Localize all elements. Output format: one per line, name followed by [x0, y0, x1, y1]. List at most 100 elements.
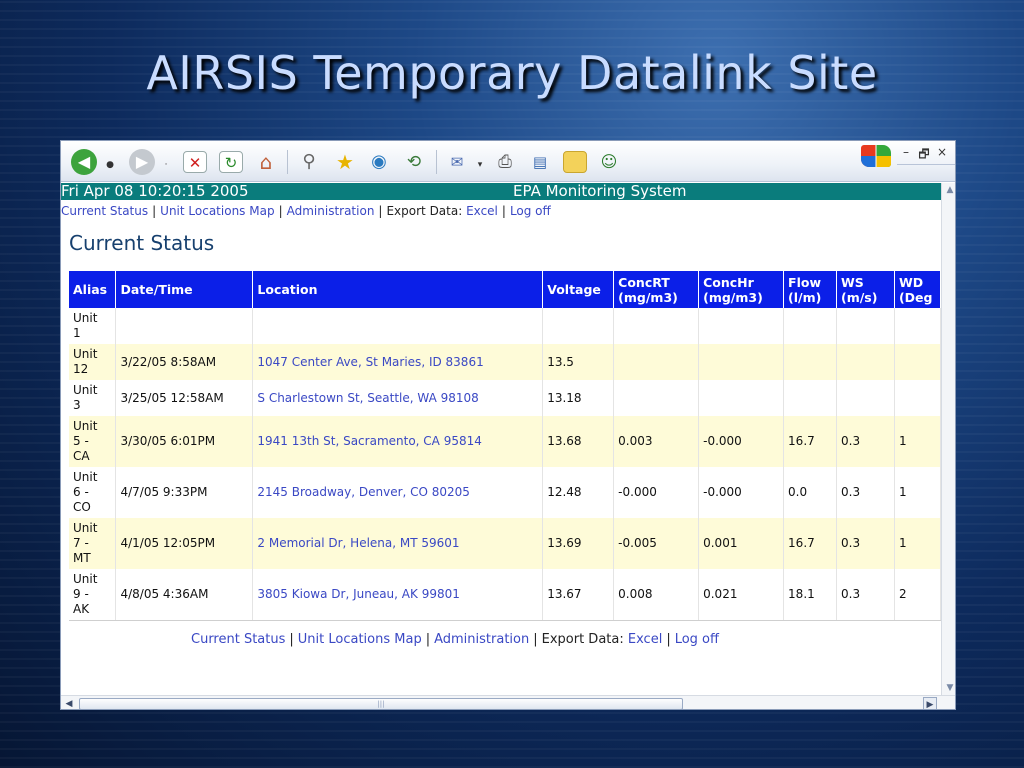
column-header-wd[interactable]: WD (Deg: [894, 271, 941, 308]
vertical-scrollbar[interactable]: ▲ ▼: [941, 183, 955, 695]
cell-datetime: 4/7/05 9:33PM: [115, 467, 254, 518]
cell-conchr: -0.000: [698, 467, 785, 518]
horizontal-scroll-thumb[interactable]: |||: [79, 698, 683, 709]
page-title: Current Status: [69, 231, 215, 255]
column-header-conchr[interactable]: ConcHr (mg/m3): [698, 271, 785, 308]
cell-concrt: [613, 380, 700, 416]
cell-location[interactable]: 1941 13th St, Sacramento, CA 95814: [252, 416, 544, 467]
home-icon[interactable]: ⌂: [254, 151, 278, 173]
cell-flow: 18.1: [783, 569, 837, 621]
favorites-icon[interactable]: ★: [333, 151, 357, 173]
cell-wd: 2: [894, 569, 941, 621]
nav-log-off-link[interactable]: Log off: [675, 632, 719, 647]
mail-dropdown-icon[interactable]: ▾: [475, 154, 485, 176]
cell-datetime: 3/22/05 8:58AM: [115, 344, 254, 380]
table-row: Unit 12 3/22/05 8:58AM 1047 Center Ave, S…: [69, 344, 941, 380]
forward-dropdown-icon[interactable]: ·: [161, 154, 171, 176]
mail-icon[interactable]: ✉: [445, 151, 469, 173]
table-row: Unit 5 - CA 3/30/05 6:01PM 1941 13th St, S…: [69, 416, 941, 467]
refresh-icon[interactable]: ↻: [219, 151, 243, 173]
cell-wd: 1: [894, 416, 941, 467]
cell-voltage: 13.68: [542, 416, 615, 467]
cell-flow: [783, 380, 837, 416]
scroll-left-icon[interactable]: ◀: [62, 697, 76, 709]
cell-wd: [894, 344, 941, 380]
column-header-datetime[interactable]: Date/Time: [115, 271, 254, 308]
cell-datetime: 3/30/05 6:01PM: [115, 416, 254, 467]
column-header-alias[interactable]: Alias: [69, 271, 117, 308]
back-dropdown-icon[interactable]: ●: [105, 154, 115, 176]
cell-ws: 0.3: [836, 569, 895, 621]
search-icon[interactable]: ⚲: [297, 151, 321, 173]
cell-datetime: 4/1/05 12:05PM: [115, 518, 254, 569]
scroll-right-icon[interactable]: ▶: [923, 697, 937, 709]
stop-icon[interactable]: ✕: [183, 151, 207, 173]
windows-logo-icon: [861, 145, 891, 167]
cell-wd: 1: [894, 467, 941, 518]
nav-log-off-link[interactable]: Log off: [510, 204, 551, 218]
forward-icon[interactable]: ▶: [129, 149, 155, 175]
nav-unit-locations-map-link[interactable]: Unit Locations Map: [160, 204, 274, 218]
cell-ws: [836, 344, 895, 380]
cell-wd: [894, 308, 941, 344]
cell-voltage: 13.69: [542, 518, 615, 569]
cell-alias: Unit 6 - CO: [69, 467, 117, 518]
restore-icon[interactable]: 🗗: [917, 145, 931, 166]
cell-location[interactable]: 2 Memorial Dr, Helena, MT 59601: [252, 518, 544, 569]
column-header-voltage[interactable]: Voltage: [542, 271, 615, 308]
cell-concrt: -0.005: [613, 518, 700, 569]
print-icon[interactable]: ⎙: [493, 151, 517, 173]
scroll-up-icon[interactable]: ▲: [943, 183, 955, 197]
cell-location[interactable]: 2145 Broadway, Denver, CO 80205: [252, 467, 544, 518]
nav-current-status-link[interactable]: Current Status: [191, 632, 285, 647]
cell-ws: [836, 380, 895, 416]
nav-excel-link[interactable]: Excel: [628, 632, 662, 647]
cell-concrt: [613, 308, 700, 344]
column-header-location[interactable]: Location: [252, 271, 544, 308]
header-system-name: EPA Monitoring System: [513, 183, 687, 200]
cell-ws: [836, 308, 895, 344]
cell-flow: [783, 344, 837, 380]
nav-unit-locations-map-link[interactable]: Unit Locations Map: [298, 632, 422, 647]
cell-concrt: 0.003: [613, 416, 700, 467]
cell-flow: [783, 308, 837, 344]
column-header-concrt[interactable]: ConcRT (mg/m3): [613, 271, 700, 308]
address-edge: [897, 164, 955, 165]
scroll-down-icon[interactable]: ▼: [943, 681, 955, 695]
cell-ws: 0.3: [836, 416, 895, 467]
cell-location[interactable]: 1047 Center Ave, St Maries, ID 83861: [252, 344, 544, 380]
cell-ws: 0.3: [836, 467, 895, 518]
messenger-icon[interactable]: ☺: [597, 151, 621, 173]
cell-location[interactable]: S Charlestown St, Seattle, WA 98108: [252, 380, 544, 416]
cell-datetime: 4/8/05 4:36AM: [115, 569, 254, 621]
horizontal-scrollbar[interactable]: ◀ ||| ▶: [61, 695, 955, 709]
cell-conchr: 0.001: [698, 518, 785, 569]
cell-voltage: [542, 308, 615, 344]
cell-flow: 0.0: [783, 467, 837, 518]
discuss-icon[interactable]: [563, 151, 587, 173]
table-row: Unit 7 - MT 4/1/05 12:05PM 2 Memorial Dr, …: [69, 518, 941, 569]
close-icon[interactable]: ×: [935, 145, 949, 159]
cell-voltage: 12.48: [542, 467, 615, 518]
nav-administration-link[interactable]: Administration: [287, 204, 375, 218]
cell-conchr: [698, 308, 785, 344]
bottom-nav: Current Status | Unit Locations Map | Admini…: [191, 632, 719, 647]
table-row: Unit 3 3/25/05 12:58AM S Charlestown St, …: [69, 380, 941, 416]
history-icon[interactable]: ⟲: [402, 151, 426, 173]
cell-ws: 0.3: [836, 518, 895, 569]
minimize-icon[interactable]: –: [899, 145, 913, 159]
nav-current-status-link[interactable]: Current Status: [61, 204, 148, 218]
nav-administration-link[interactable]: Administration: [434, 632, 529, 647]
media-icon[interactable]: ◉: [367, 151, 391, 173]
cell-location[interactable]: [252, 308, 544, 344]
column-header-flow[interactable]: Flow (l/m): [783, 271, 837, 308]
header-datetime: Fri Apr 08 10:20:15 2005: [61, 183, 249, 200]
back-icon[interactable]: ◀: [71, 149, 97, 175]
column-header-ws[interactable]: WS (m/s): [836, 271, 895, 308]
table-row: Unit 9 - AK 4/8/05 4:36AM 3805 Kiowa Dr, J…: [69, 569, 941, 621]
nav-excel-link[interactable]: Excel: [466, 204, 498, 218]
cell-datetime: 3/25/05 12:58AM: [115, 380, 254, 416]
slide-title: AIRSIS Temporary Datalink Site: [146, 46, 878, 100]
cell-location[interactable]: 3805 Kiowa Dr, Juneau, AK 99801: [252, 569, 544, 621]
edit-icon[interactable]: ▤: [528, 151, 552, 173]
